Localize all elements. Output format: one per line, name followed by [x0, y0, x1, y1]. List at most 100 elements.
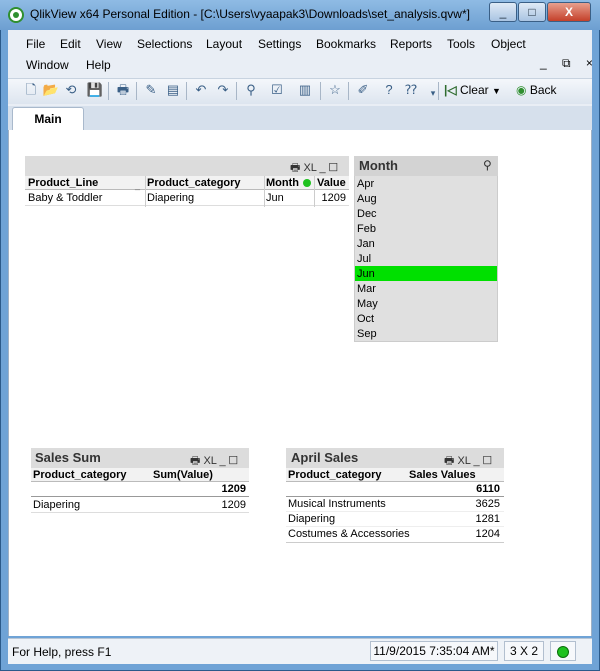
column-divider	[264, 176, 265, 207]
window-title: QlikView x64 Personal Edition - [C:\User…	[30, 7, 470, 21]
toolbar-separator	[348, 82, 349, 100]
bookmark-star-icon[interactable]: ☆	[326, 81, 344, 99]
menu-bookmarks[interactable]: Bookmarks	[316, 36, 376, 52]
table-header-sum-value[interactable]: Sum(Value)	[153, 469, 213, 481]
table-cell: Costumes & Accessories	[288, 528, 410, 540]
toolbar-separator	[320, 82, 321, 100]
table-header-product-line[interactable]: Product_Line	[28, 177, 98, 189]
redo-icon[interactable]: ↷	[214, 81, 232, 99]
menu-object[interactable]: Object	[491, 36, 526, 52]
sort-indicator-icon: _	[135, 180, 141, 190]
new-document-icon[interactable]: 🗋	[22, 81, 40, 99]
table-header-value[interactable]: Value	[317, 177, 346, 189]
listbox-item-apr[interactable]: Apr	[357, 178, 374, 190]
help-icon[interactable]: ?	[380, 81, 398, 99]
listbox-item-jul[interactable]: Jul	[357, 253, 371, 265]
undo-icon[interactable]: ↶	[192, 81, 210, 99]
listbox-selected-highlight	[355, 266, 497, 281]
status-timestamp: 11/9/2015 7:35:04 AM*	[370, 641, 498, 661]
menu-layout[interactable]: Layout	[206, 36, 242, 52]
search-icon[interactable]: ⚲	[242, 81, 260, 99]
table-cell: Diapering	[33, 499, 81, 511]
back-label: Back	[529, 83, 557, 97]
listbox-item-sep[interactable]: Sep	[357, 328, 377, 340]
sales-sum-title: Sales Sum	[35, 450, 101, 465]
sheet-tab-strip	[8, 106, 592, 130]
table-header-product-category[interactable]: Product_category	[147, 177, 241, 189]
table-cell: Diapering	[288, 513, 336, 525]
mdi-window-controls[interactable]: _ ⧉ ×	[540, 56, 599, 71]
table-cell: 1281	[475, 513, 500, 525]
new-chart-icon[interactable]: ▥	[296, 81, 314, 99]
save-icon[interactable]: 💾	[86, 81, 104, 99]
menu-edit[interactable]: Edit	[60, 36, 81, 52]
menu-window[interactable]: Window	[26, 57, 69, 73]
table-header-product-category[interactable]: Product_category	[33, 469, 127, 481]
print-icon[interactable]: 🖶	[114, 81, 132, 99]
listbox-item-mar[interactable]: Mar	[357, 283, 376, 295]
qlikview-logo-icon	[8, 7, 24, 23]
table-header-product-category[interactable]: Product_category	[288, 469, 382, 481]
table-cell: 1209	[221, 499, 246, 511]
menu-view[interactable]: View	[96, 36, 122, 52]
edit-script-icon[interactable]: ✎	[142, 81, 160, 99]
toolbar-separator	[136, 82, 137, 100]
menu-tools[interactable]: Tools	[447, 36, 475, 52]
toolbar-separator	[438, 82, 439, 100]
table-cell: Musical Instruments	[288, 498, 386, 510]
month-listbox-title: Month	[359, 158, 398, 173]
sales-sum-total: 1209	[221, 483, 246, 495]
table-cell: 1204	[475, 528, 500, 540]
menu-selections[interactable]: Selections	[137, 36, 192, 52]
table-header-month[interactable]: Month	[266, 177, 299, 189]
toolbar-separator	[236, 82, 237, 100]
menu-reports[interactable]: Reports	[390, 36, 432, 52]
context-help-icon[interactable]: ⁇	[402, 81, 420, 99]
april-sales-title: April Sales	[291, 450, 359, 465]
close-button[interactable]: X	[547, 2, 591, 22]
chevron-down-icon[interactable]: ▼	[492, 86, 501, 96]
menu-settings[interactable]: Settings	[258, 36, 301, 52]
toolbar-overflow-icon[interactable]: ▾	[424, 84, 442, 102]
clear-icon: |◁	[444, 83, 457, 97]
table-header-sales-values[interactable]: Sales Values	[409, 469, 476, 481]
tab-main[interactable]: Main	[12, 107, 84, 131]
listbox-item-jan[interactable]: Jan	[357, 238, 375, 250]
listbox-item-oct[interactable]: Oct	[357, 313, 374, 325]
listbox-item-aug[interactable]: Aug	[357, 193, 377, 205]
clear-button[interactable]: |◁ Clear ▼	[444, 80, 510, 100]
listbox-item-feb[interactable]: Feb	[357, 223, 376, 235]
month-listbox	[354, 156, 498, 342]
table-cell: 3625	[475, 498, 500, 510]
search-icon[interactable]: ⚲	[483, 158, 492, 172]
maximize-button[interactable]: □	[518, 2, 546, 22]
listbox-item-dec[interactable]: Dec	[357, 208, 377, 220]
selection-active-icon	[303, 179, 311, 187]
minimize-button[interactable]: _	[489, 2, 517, 22]
back-arrow-icon: ◉	[516, 83, 527, 97]
connection-status-icon	[557, 646, 569, 658]
listbox-item-may[interactable]: May	[357, 298, 378, 310]
reload-script-icon[interactable]: ▤	[164, 81, 182, 99]
table-cell: 1209	[321, 192, 346, 204]
listbox-item-jun[interactable]: Jun	[357, 268, 375, 280]
table-cell: Baby & Toddler	[28, 192, 103, 204]
design-mode-icon[interactable]: ✐	[354, 81, 372, 99]
menu-file[interactable]: File	[26, 36, 45, 52]
menu-help[interactable]: Help	[86, 57, 111, 73]
open-folder-icon[interactable]: 📂	[42, 81, 60, 99]
table-cell: Diapering	[147, 192, 195, 204]
toolbar-separator	[108, 82, 109, 100]
reload-icon[interactable]: ⟲	[62, 81, 80, 99]
status-grid-size: 3 X 2	[504, 641, 544, 661]
current-selections-icon[interactable]: ☑	[268, 81, 286, 99]
column-divider	[145, 176, 146, 207]
status-indicator	[550, 641, 576, 661]
table-cell: Jun	[266, 192, 284, 204]
column-divider	[314, 176, 315, 207]
clear-label: Clear	[459, 83, 489, 97]
status-help-text: For Help, press F1	[12, 645, 112, 659]
april-sales-total: 6110	[476, 483, 500, 495]
back-button[interactable]: ◉ Back	[516, 80, 576, 100]
toolbar-separator	[186, 82, 187, 100]
